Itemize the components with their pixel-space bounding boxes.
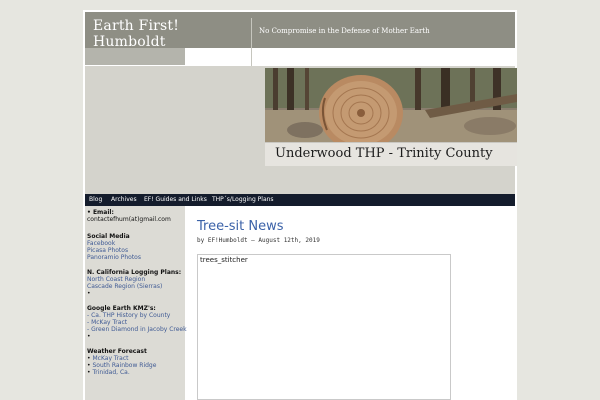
sidebar-bullet: • [87,290,91,297]
header-divider [251,18,252,66]
banner-caption: Underwood THP - Trinity County [275,146,493,161]
sidebar-link-picasa[interactable]: Picasa Photos [87,247,185,254]
nav-item-archives[interactable]: Archives [111,196,137,204]
sidebar-link-weather-rainbow[interactable]: • South Rainbow Ridge [87,362,185,369]
post-media-label: trees_stitcher [200,256,248,264]
sidebar-kmz-heading: Google Earth KMZ's: [87,305,156,312]
site-tagline: No Compromise in the Defense of Mother E… [259,27,430,35]
sidebar-weather-rainbow-label: South Rainbow Ridge [92,362,157,369]
sidebar-link-mckay-tract[interactable]: - McKay Tract [87,319,185,326]
site-title[interactable]: Earth First! Humboldt [93,18,253,50]
sidebar-logging-heading: N. California Logging Plans: [87,269,182,276]
sidebar-link-facebook[interactable]: Facebook [87,240,185,247]
sidebar-weather-block: Weather Forecast • McKay Tract • South R… [87,348,185,376]
sidebar-logging-block: N. California Logging Plans: North Coast… [87,269,185,297]
title-box [85,48,185,65]
nav-bar: Blog Archives EF! Guides and Links THP´s… [85,194,515,206]
banner-caption-box: Underwood THP - Trinity County [265,142,517,166]
sidebar-link-panoramio[interactable]: Panoramio Photos [87,254,185,261]
nav-item-blog[interactable]: Blog [89,196,102,204]
sidebar-kmz-block: Google Earth KMZ's: - Ca. THP History by… [87,305,187,340]
nav-item-thps[interactable]: THP´s/Logging Plans [212,196,274,204]
sidebar-social-heading: Social Media [87,233,130,240]
sidebar-email-label: Email: [92,209,114,216]
sidebar-bullet: • [87,333,91,340]
sidebar-link-cascade[interactable]: Cascade Region (Sierras) [87,283,185,290]
sidebar-weather-mckay-label: McKay Tract [92,355,129,362]
sidebar-weather-trinidad-label: Trinidad, Ca. [92,369,130,376]
sidebar-link-weather-mckay[interactable]: • McKay Tract [87,355,185,362]
sidebar-social-block: Social Media Facebook Picasa Photos Pano… [87,233,185,261]
post-title[interactable]: Tree-sit News [197,219,284,234]
sidebar-email-heading: • Email: [87,209,114,216]
post-meta: by EF!Humboldt – August 12th, 2019 [197,237,320,244]
sidebar-email-block: • Email: contactefhum(at)gmail.com [87,209,185,223]
sidebar-weather-heading: Weather Forecast [87,348,147,355]
nav-item-guides[interactable]: EF! Guides and Links [144,196,207,204]
sidebar-link-weather-trinidad[interactable]: • Trinidad, Ca. [87,369,185,376]
sidebar-bullet: • [87,369,91,376]
sidebar: • Email: contactefhum(at)gmail.com Socia… [85,206,187,400]
sidebar-link-north-coast[interactable]: North Coast Region [87,276,185,283]
sidebar-email-value: contactefhum(at)gmail.com [87,216,171,223]
sidebar-bullet: • [87,362,91,369]
sidebar-link-thp-history[interactable]: - Ca. THP History by County [87,312,185,319]
sidebar-bullet: • [87,355,91,362]
sidebar-link-green-diamond[interactable]: - Green Diamond in Jacoby Creek [87,326,187,333]
post-media-frame: trees_stitcher [197,254,451,400]
